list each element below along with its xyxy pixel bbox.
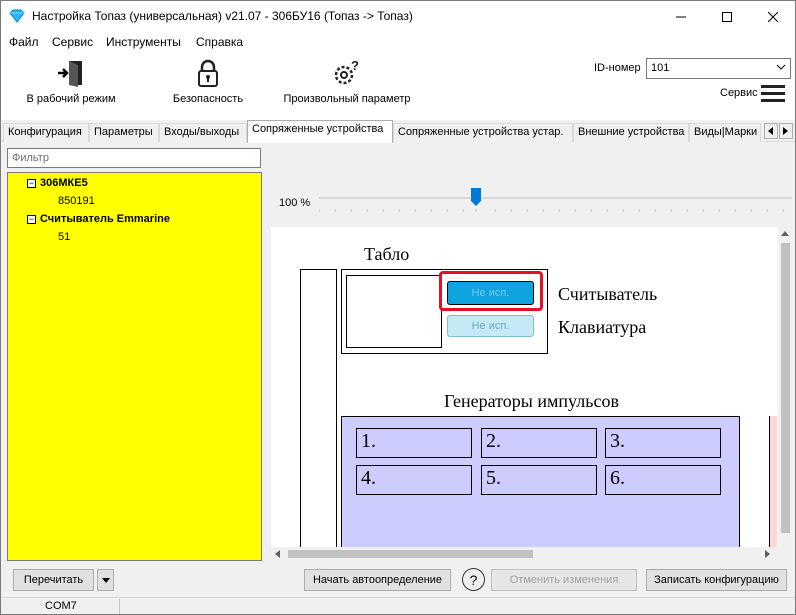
tree-node-306mke5[interactable]: 306МКЕ5 — [40, 177, 88, 189]
collapse-icon[interactable]: − — [27, 179, 36, 188]
exit-door-icon — [58, 61, 82, 87]
tree-node-850191[interactable]: 850191 — [58, 195, 95, 207]
chevron-left-icon — [768, 127, 773, 135]
reader-not-used-button[interactable]: Не исп. — [447, 281, 534, 305]
tablo-title: Табло — [364, 244, 410, 264]
cancel-changes-button[interactable]: Отменить изменения — [491, 569, 637, 591]
security-button[interactable]: Безопасность — [168, 58, 248, 116]
horizontal-scrollbar[interactable] — [271, 547, 778, 561]
scroll-up-icon[interactable] — [781, 231, 789, 237]
menu-service[interactable]: Сервис — [52, 35, 93, 49]
generator-slot-3[interactable]: 3. — [605, 428, 721, 458]
menu-bar: Файл Сервис Инструменты Справка — [1, 32, 795, 52]
menu-file[interactable]: Файл — [9, 35, 39, 49]
vertical-bar-frame — [300, 269, 337, 547]
zoom-label: 100 % — [279, 197, 311, 209]
scroll-right-icon[interactable] — [765, 550, 771, 558]
status-bar: COM7 — [1, 597, 795, 614]
lock-icon — [198, 59, 218, 87]
svg-text:?: ? — [351, 58, 359, 73]
tab-configuration[interactable]: Конфигурация — [3, 123, 89, 142]
tab-scroll-right-button[interactable] — [779, 123, 793, 139]
minimize-icon — [676, 16, 686, 17]
status-divider — [119, 599, 120, 614]
help-button[interactable]: ? — [462, 568, 485, 591]
zoom-slider-thumb[interactable] — [471, 188, 481, 206]
chevron-right-icon — [783, 127, 788, 135]
work-mode-label: В рабочий режим — [26, 93, 116, 105]
tab-inputs-outputs[interactable]: Входы/выходы — [159, 123, 247, 142]
vertical-scroll-thumb[interactable] — [781, 243, 790, 533]
filter-placeholder: Фильтр — [12, 152, 49, 164]
title-bar: Настройка Топаз (универсальная) v21.07 -… — [1, 1, 795, 32]
work-mode-button[interactable]: В рабочий режим — [25, 58, 117, 116]
tab-external-devices[interactable]: Внешние устройства — [573, 123, 689, 142]
generator-slot-2[interactable]: 2. — [481, 428, 597, 458]
tab-strip: Конфигурация Параметры Входы/выходы Сопр… — [1, 120, 795, 143]
maximize-icon — [722, 11, 732, 22]
chevron-down-icon — [776, 64, 786, 70]
horizontal-scroll-thumb[interactable] — [288, 550, 533, 558]
diagram-canvas: Табло Не исп. Не исп. Считыватель Клавиа… — [271, 227, 793, 547]
minimize-button[interactable] — [658, 1, 704, 32]
gear-question-icon: ? — [334, 58, 359, 85]
keypad-label: Клавиатура — [558, 317, 647, 337]
chevron-down-icon — [101, 577, 110, 583]
generator-slot-6[interactable]: 6. — [605, 465, 721, 495]
arbitrary-param-label: Произвольный параметр — [283, 93, 411, 105]
menu-help[interactable]: Справка — [196, 35, 243, 49]
write-config-button[interactable]: Записать конфигурацию — [646, 569, 787, 591]
tab-parameters[interactable]: Параметры — [89, 123, 159, 142]
com-port-status: COM7 — [45, 600, 77, 612]
filter-input[interactable]: Фильтр — [7, 148, 261, 168]
app-window: Настройка Топаз (универсальная) v21.07 -… — [0, 0, 796, 615]
autodetect-button[interactable]: Начать автоопределение — [304, 569, 451, 591]
toolbar: В рабочий режим Безопасность ? Произволь… — [1, 52, 795, 120]
id-number-select[interactable]: 101 — [646, 58, 791, 79]
collapse-icon[interactable]: − — [27, 215, 36, 224]
generator-slot-4[interactable]: 4. — [356, 465, 472, 495]
keypad-not-used-button[interactable]: Не исп. — [447, 315, 534, 337]
reread-button[interactable]: Перечитать — [13, 569, 94, 591]
diamond-icon — [9, 9, 25, 23]
close-button[interactable] — [750, 1, 795, 32]
partial-red-block — [769, 416, 777, 547]
service-label: Сервис — [720, 87, 758, 99]
tab-kinds-brands[interactable]: Виды|Марки — [689, 123, 761, 142]
security-label: Безопасность — [172, 93, 244, 105]
reader-label: Считыватель — [558, 284, 658, 304]
tab-paired-devices[interactable]: Сопряженные устройства — [247, 120, 393, 143]
device-tree: − 306МКЕ5 850191 − Считыватель Emmarine … — [7, 172, 262, 561]
arbitrary-param-button[interactable]: ? Произвольный параметр — [281, 58, 413, 116]
generators-title: Генераторы импульсов — [444, 391, 619, 411]
tree-node-emmarine-reader[interactable]: Считыватель Emmarine — [40, 213, 170, 225]
generator-slot-5[interactable]: 5. — [481, 465, 597, 495]
zoom-slider-ticks — [319, 209, 784, 212]
id-number-value: 101 — [651, 62, 670, 74]
reread-dropdown-button[interactable] — [97, 569, 114, 591]
vertical-scrollbar[interactable] — [778, 227, 793, 547]
scroll-left-icon[interactable] — [275, 550, 281, 558]
tab-paired-devices-legacy[interactable]: Сопряженные устройства устар. — [393, 123, 573, 142]
menu-tools[interactable]: Инструменты — [106, 35, 181, 49]
tab-scroll-left-button[interactable] — [764, 123, 778, 139]
hamburger-menu-icon[interactable] — [761, 83, 785, 103]
generator-slot-1[interactable]: 1. — [356, 428, 472, 458]
maximize-button[interactable] — [704, 1, 750, 32]
window-title: Настройка Топаз (универсальная) v21.07 -… — [32, 9, 413, 23]
id-number-label: ID-номер — [594, 62, 641, 74]
tablo-display — [346, 275, 442, 348]
tree-node-51[interactable]: 51 — [58, 231, 70, 243]
zoom-slider-track[interactable] — [319, 197, 792, 199]
close-icon — [768, 11, 778, 22]
